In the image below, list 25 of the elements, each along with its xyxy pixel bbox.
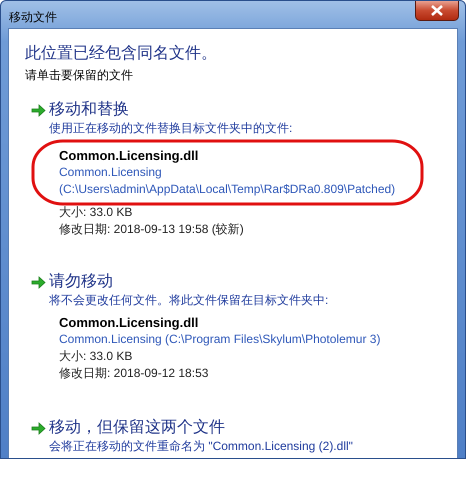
option-description: 将不会更改任何文件。将此文件保留在目标文件夹中: [49,292,330,308]
option-link[interactable]: 请勿移动 将不会更改任何文件。将此文件保留在目标文件夹中: Common.Licensing.dll Common.Licensing (C:\Program Files\Skylum\Photolemur 3) 大小: 33.0 KB 修改日期: 2018-09-12 18:53 [29,270,437,386]
option-link[interactable]: 移动和替换 使用正在移动的文件替换目标文件夹中的文件: Common.Licensing.dll Common.Licensing (C:\Users\admin\AppData\Local\Temp\Rar$DRa0.809\Patched) 大小: 33.0 KB 修改日期: 2018-09-13 19:58 (较新) [29,98,437,242]
file-size: 大小: 33.0 KB [59,348,132,365]
option-title: 请勿移动 [49,272,113,292]
close-button[interactable] [415,1,459,21]
instruction-text: 请单击要保留的文件 [25,67,134,84]
option-title: 移动和替换 [49,100,129,120]
file-name: Common.Licensing.dll [59,147,200,164]
close-icon [430,5,444,16]
option-description: 会将正在移动的文件重命名为 "Common.Licensing (2).dll" [49,438,354,454]
option-link[interactable]: 移动，但保留这两个文件 会将正在移动的文件重命名为 "Common.Licensing (2).dll" [29,416,437,458]
file-path: Common.Licensing (C:\Users\admin\AppData\Local\Temp\Rar$DRa0.809\Patched) [59,164,396,198]
file-date: 修改日期: 2018-09-13 19:58 (较新) [59,221,244,238]
arrow-icon [31,422,46,434]
file-date: 修改日期: 2018-09-12 18:53 [59,365,208,382]
dialog-heading: 此位置已经包含同名文件。 [25,44,218,64]
window-title: 移动文件 [9,9,57,26]
file-name: Common.Licensing.dll [59,314,200,331]
file-size: 大小: 33.0 KB [59,204,132,221]
arrow-icon [31,104,46,116]
option-description: 使用正在移动的文件替换目标文件夹中的文件: [49,120,294,136]
arrow-icon [31,276,46,288]
file-path: Common.Licensing (C:\Program Files\Skylum\Photolemur 3) [59,331,382,348]
option-title: 移动，但保留这两个文件 [49,418,225,438]
